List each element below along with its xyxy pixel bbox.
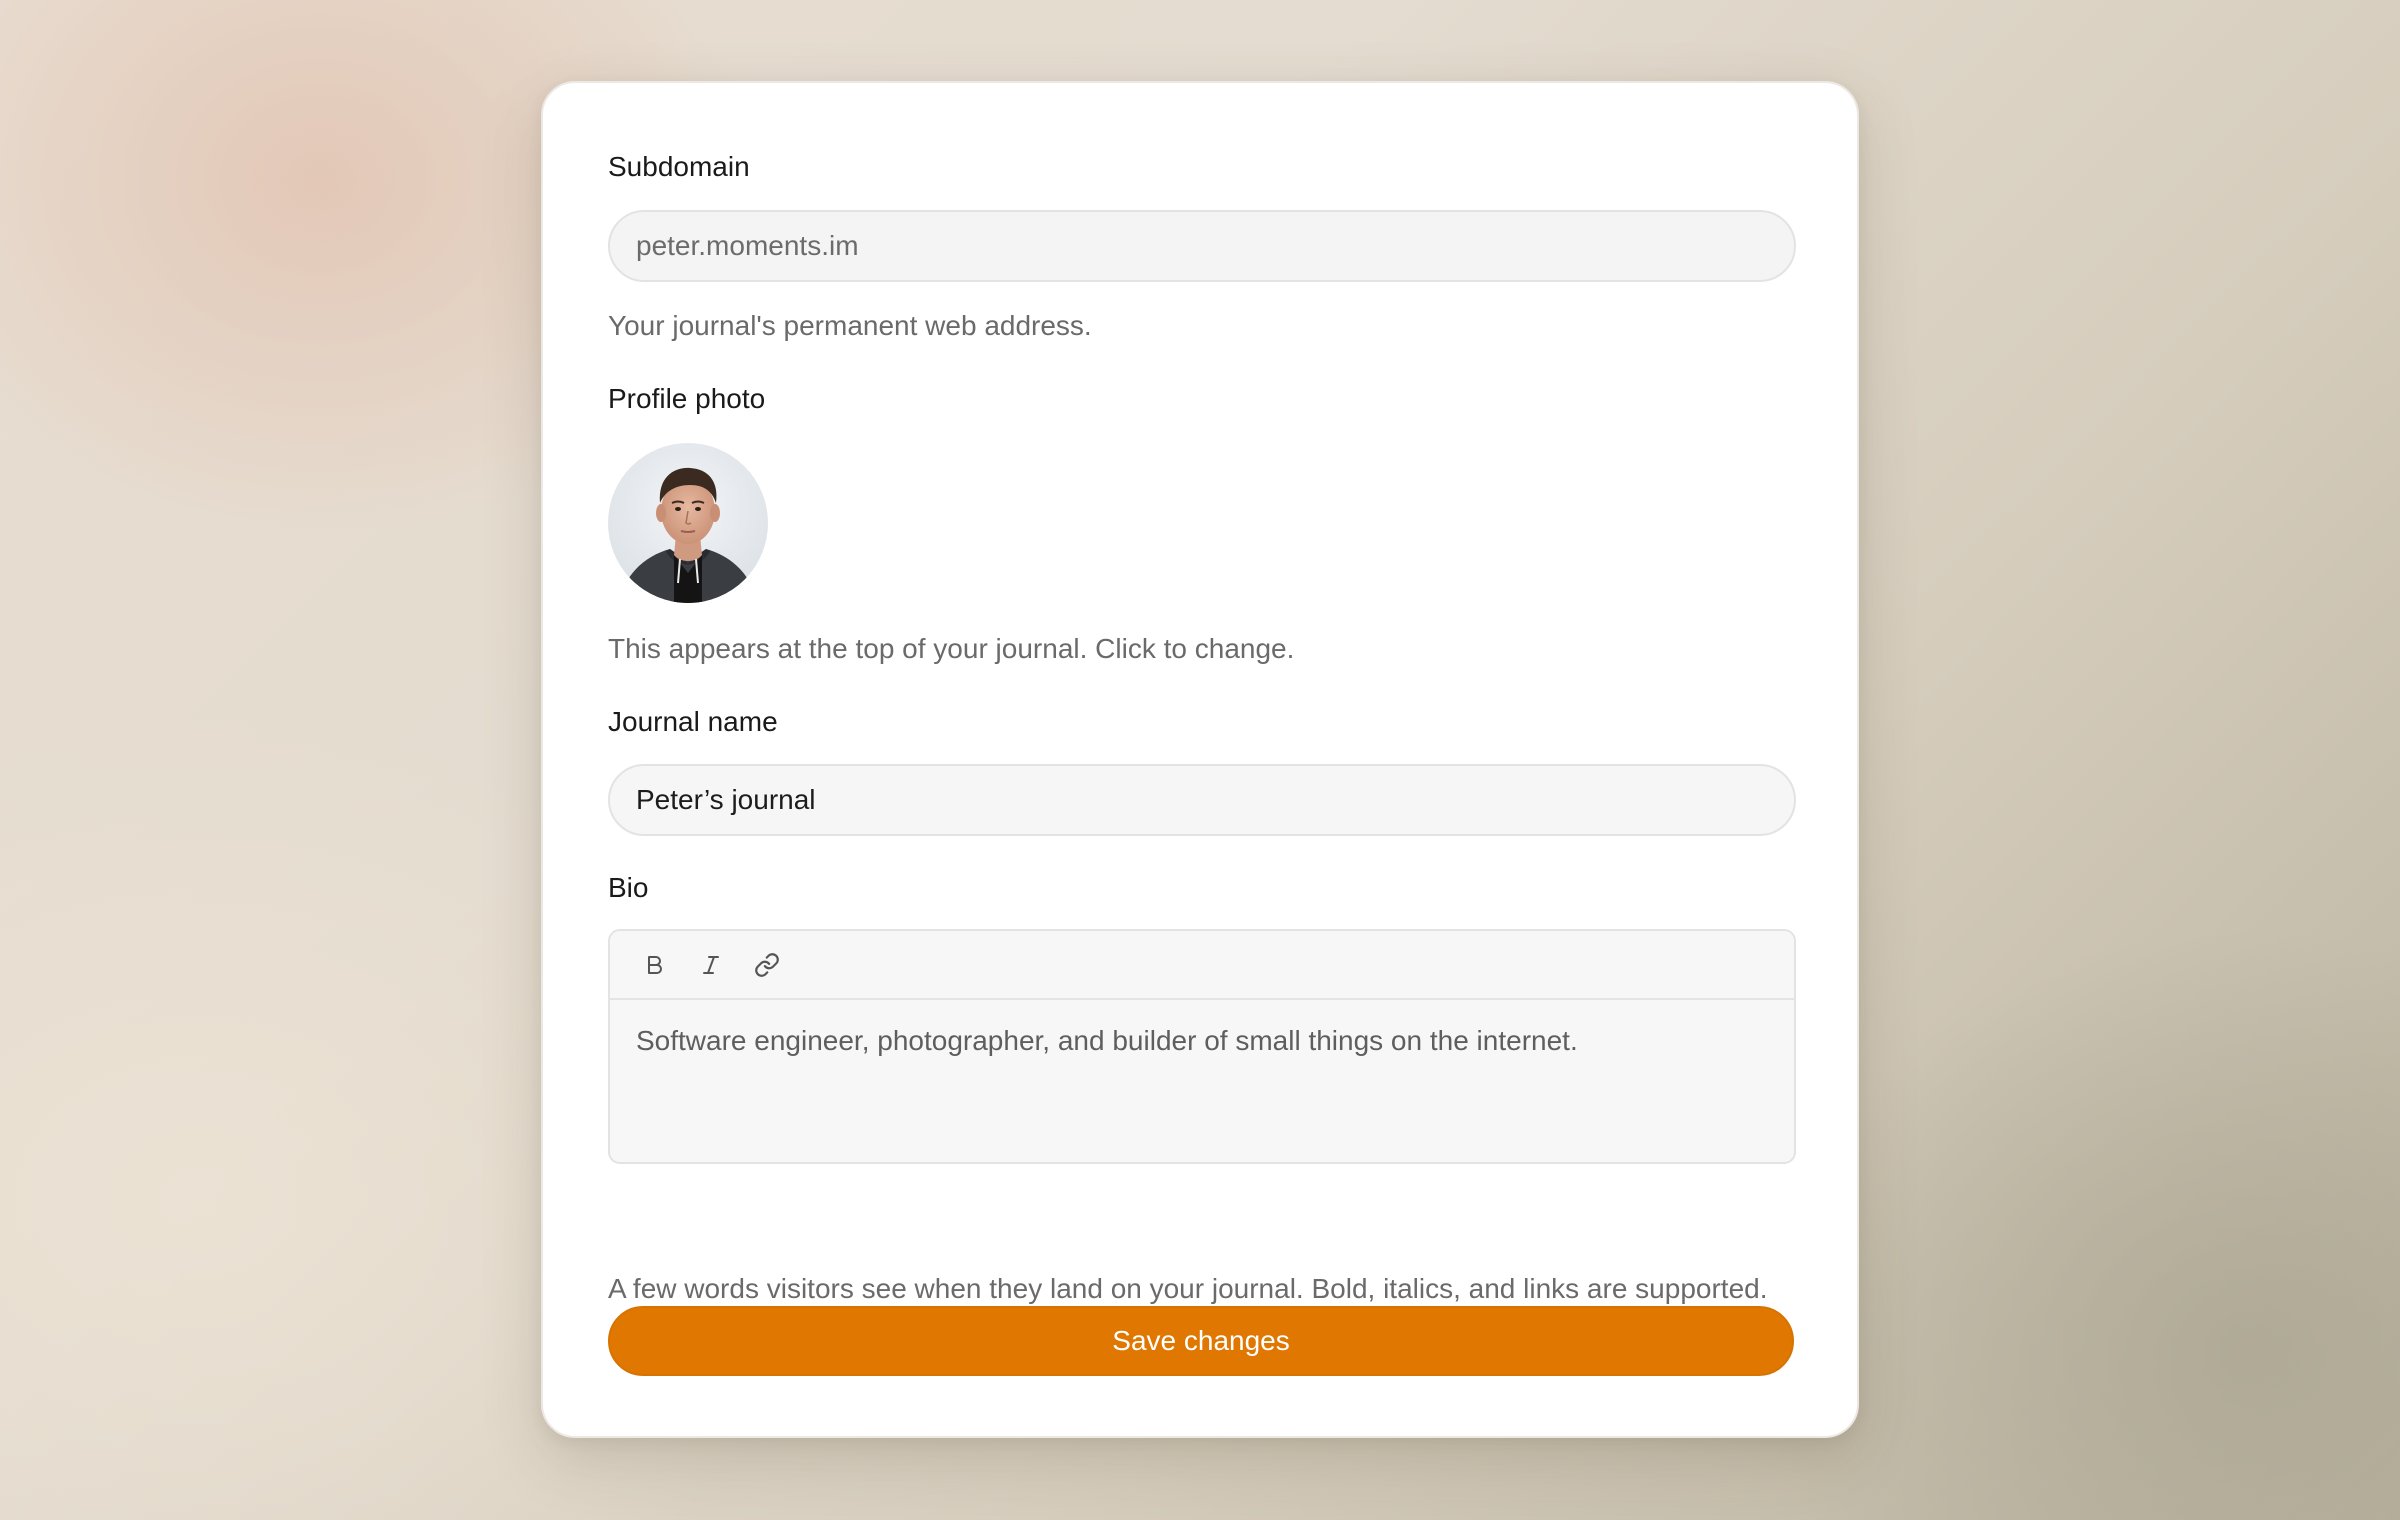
- subdomain-help: Your journal's permanent web address.: [608, 310, 1092, 341]
- bold-icon[interactable]: [636, 946, 674, 984]
- bio-value: Software engineer, photographer, and bui…: [636, 1025, 1578, 1056]
- subdomain-field: peter.moments.im: [608, 210, 1796, 282]
- save-changes-button[interactable]: Save changes: [608, 1306, 1794, 1376]
- journal-name-label: Journal name: [608, 706, 778, 737]
- subdomain-value: peter.moments.im: [636, 230, 859, 261]
- bio-toolbar: [610, 931, 1794, 1000]
- profile-photo-help: This appears at the top of your journal.…: [608, 633, 1295, 664]
- journal-settings-card: Subdomain peter.moments.im Your journal'…: [541, 81, 1859, 1438]
- profile-photo-avatar[interactable]: [608, 443, 768, 603]
- subdomain-label: Subdomain: [608, 151, 750, 182]
- bio-editor: Software engineer, photographer, and bui…: [608, 929, 1796, 1164]
- bio-label: Bio: [608, 872, 649, 903]
- profile-photo-label: Profile photo: [608, 383, 766, 414]
- journal-name-value: Peter’s journal: [636, 784, 816, 815]
- bio-help: A few words visitors see when they land …: [608, 1273, 1768, 1304]
- italic-icon[interactable]: [692, 946, 730, 984]
- bio-textarea[interactable]: Software engineer, photographer, and bui…: [610, 1000, 1794, 1082]
- avatar-portrait: [608, 443, 768, 603]
- journal-name-input[interactable]: Peter’s journal: [608, 764, 1796, 836]
- link-icon[interactable]: [748, 946, 786, 984]
